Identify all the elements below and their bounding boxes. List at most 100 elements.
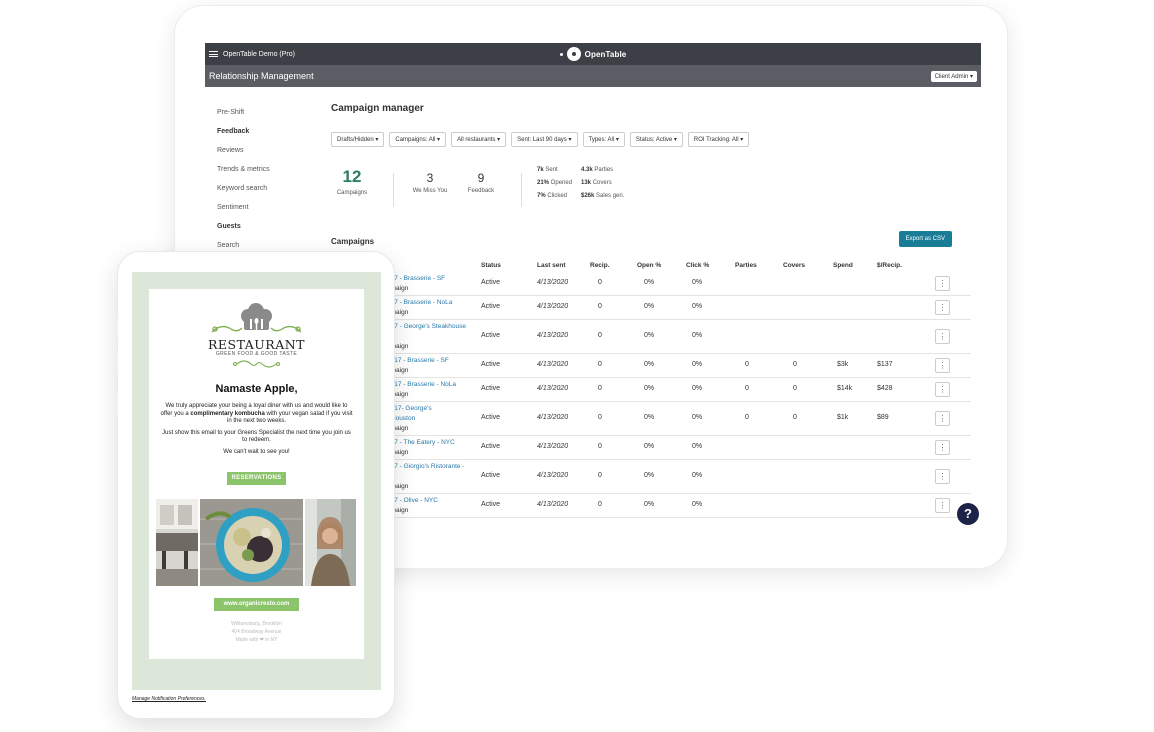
email-paragraph: We truly appreciate your being a loyal d… bbox=[159, 403, 354, 426]
cell-last-sent: 4/13/2020 bbox=[537, 443, 569, 450]
campaign-name-link[interactable]: 017 - Giorgio's Ristorante - mpaign bbox=[387, 462, 464, 492]
hamburger-menu-icon[interactable] bbox=[209, 50, 218, 59]
email-paragraph-2: Just show this email to your Greens Spec… bbox=[162, 429, 351, 444]
table-row[interactable]: 017 - Giorgio's Ristorante - mpaign Activ… bbox=[331, 460, 971, 494]
flourish-ornament-icon bbox=[149, 357, 364, 368]
cell-recip: 0 bbox=[598, 501, 602, 508]
cell-click: 0% bbox=[692, 501, 703, 508]
campaign-name-link[interactable]: 017 - Brasserie - SF mpaign bbox=[387, 274, 445, 294]
col-covers[interactable]: Covers bbox=[783, 262, 805, 269]
sidebar-item-sentiment[interactable]: Sentiment bbox=[217, 198, 327, 217]
cell-status: Active bbox=[481, 414, 501, 421]
campaign-name[interactable]: 017 - Olive - NYC bbox=[387, 496, 438, 506]
table-header: Status Last sent Recip. Open % Click % P… bbox=[331, 262, 971, 272]
col-recip[interactable]: Recip. bbox=[590, 262, 610, 269]
cell-last-sent: 4/13/2020 bbox=[537, 332, 569, 339]
table-row[interactable]: 017 - Brasserie - NoLa mpaign Active 4/13/2… bbox=[331, 296, 971, 320]
table-row[interactable]: 017 - Brasserie - SF mpaign Active 4/13/202… bbox=[331, 272, 971, 296]
phone-side-button bbox=[114, 392, 118, 416]
campaign-name[interactable]: 2017 - Brasserie - NoLa bbox=[387, 380, 456, 390]
cell-recip: 0 bbox=[598, 303, 602, 310]
campaign-name[interactable]: 2017 - Brasserie - SF bbox=[387, 356, 449, 366]
cell-recip: 0 bbox=[598, 361, 602, 368]
woman-portrait-photo bbox=[305, 499, 356, 586]
cell-status: Active bbox=[481, 303, 501, 310]
row-actions-menu-icon[interactable]: ⋮ bbox=[935, 329, 950, 344]
account-name[interactable]: OpenTable Demo (Pro) bbox=[223, 51, 295, 58]
table-row[interactable]: 017 - Olive - NYC mpaign Active 4/13/2020 0 0… bbox=[331, 494, 971, 518]
row-actions-menu-icon[interactable]: ⋮ bbox=[935, 358, 950, 373]
table-row[interactable]: 2017 - Brasserie - NoLa mpaign Active 4/13/… bbox=[331, 378, 971, 402]
cell-last-sent: 4/13/2020 bbox=[537, 279, 569, 286]
campaign-type: mpaign bbox=[387, 483, 409, 490]
row-actions-menu-icon[interactable]: ⋮ bbox=[935, 440, 950, 455]
campaign-name-link[interactable]: 017 - Olive - NYC mpaign bbox=[387, 496, 438, 516]
cell-recip: 0 bbox=[598, 472, 602, 479]
cell-open: 0% bbox=[644, 472, 655, 479]
campaigns-table: Status Last sent Recip. Open % Click % P… bbox=[331, 262, 971, 518]
col-status[interactable]: Status bbox=[481, 262, 501, 269]
cell-per-recip: $428 bbox=[877, 385, 893, 392]
row-actions-menu-icon[interactable]: ⋮ bbox=[935, 382, 950, 397]
table-row[interactable]: 017 - George's Steakhouse mpaign Active 4/… bbox=[331, 320, 971, 354]
cell-covers: 0 bbox=[793, 385, 797, 392]
campaign-name[interactable]: 017 - George's Steakhouse bbox=[387, 322, 466, 332]
row-actions-menu-icon[interactable]: ⋮ bbox=[935, 300, 950, 315]
cell-status: Active bbox=[481, 443, 501, 450]
campaign-name[interactable]: 017 - Brasserie - SF bbox=[387, 274, 445, 284]
col-parties[interactable]: Parties bbox=[735, 262, 757, 269]
cell-last-sent: 4/13/2020 bbox=[537, 361, 569, 368]
row-actions-menu-icon[interactable]: ⋮ bbox=[935, 411, 950, 426]
table-row[interactable]: 2017- George's - Houston mpaign Active 4/13… bbox=[331, 402, 971, 436]
campaign-type: mpaign bbox=[387, 391, 409, 398]
cell-per-recip: $137 bbox=[877, 361, 893, 368]
campaign-type: mpaign bbox=[387, 343, 409, 350]
campaign-name-link[interactable]: 2017 - Brasserie - SF mpaign bbox=[387, 356, 449, 376]
col-spend[interactable]: Spend bbox=[833, 262, 853, 269]
row-actions-menu-icon[interactable]: ⋮ bbox=[935, 469, 950, 484]
sidebar-item-pre-shift[interactable]: Pre-Shift bbox=[217, 103, 327, 122]
address-line-1: Williamsburg, Brooklyn bbox=[231, 621, 282, 627]
row-actions-menu-icon[interactable]: ⋮ bbox=[935, 498, 950, 513]
sidebar-header-feedback: Feedback bbox=[217, 128, 250, 135]
phone-side-button bbox=[114, 350, 118, 374]
cell-last-sent: 4/13/2020 bbox=[537, 501, 569, 508]
cell-spend: $1k bbox=[837, 414, 849, 421]
col-per-recip[interactable]: $/Recip. bbox=[877, 262, 902, 269]
campaign-name-link[interactable]: 017 - George's Steakhouse mpaign bbox=[387, 322, 466, 352]
reservations-button[interactable]: RESERVATIONS bbox=[227, 472, 286, 485]
cell-recip: 0 bbox=[598, 414, 602, 421]
campaign-name-link[interactable]: 017 - The Eatery - NYC mpaign bbox=[387, 438, 455, 458]
cell-status: Active bbox=[481, 472, 501, 479]
section-title: Relationship Management bbox=[209, 71, 314, 81]
cell-recip: 0 bbox=[598, 279, 602, 286]
campaign-name-link[interactable]: 017 - Brasserie - NoLa mpaign bbox=[387, 298, 452, 318]
table-row[interactable]: 017 - The Eatery - NYC mpaign Active 4/13/2… bbox=[331, 436, 971, 460]
col-click[interactable]: Click % bbox=[686, 262, 709, 269]
para1-bold: complimentary kombucha bbox=[190, 410, 265, 417]
campaign-name[interactable]: 017 - Brasserie - NoLa bbox=[387, 298, 452, 308]
cell-click: 0% bbox=[692, 472, 703, 479]
phone-device: RESTAURANT GREEN FOOD & GOOD TASTE Namas… bbox=[114, 252, 394, 718]
cell-recip: 0 bbox=[598, 443, 602, 450]
help-button[interactable]: ? bbox=[957, 503, 979, 525]
cell-parties: 0 bbox=[745, 414, 749, 421]
cell-open: 0% bbox=[644, 501, 655, 508]
table-row[interactable]: 2017 - Brasserie - SF mpaign Active 4/13/20… bbox=[331, 354, 971, 378]
cell-last-sent: 4/13/2020 bbox=[537, 414, 569, 421]
row-actions-menu-icon[interactable]: ⋮ bbox=[935, 276, 950, 291]
sidebar-item-reviews[interactable]: Reviews bbox=[217, 141, 327, 160]
col-last-sent[interactable]: Last sent bbox=[537, 262, 566, 269]
sidebar-item-trends[interactable]: Trends & metrics bbox=[217, 160, 327, 179]
campaign-name[interactable]: 017 - Giorgio's Ristorante - bbox=[387, 462, 464, 472]
cell-recip: 0 bbox=[598, 385, 602, 392]
email-card: RESTAURANT GREEN FOOD & GOOD TASTE Namas… bbox=[149, 289, 364, 659]
col-open[interactable]: Open % bbox=[637, 262, 661, 269]
campaign-name-link[interactable]: 2017 - Brasserie - NoLa mpaign bbox=[387, 380, 456, 400]
website-button[interactable]: www.organicresto.com bbox=[214, 598, 299, 611]
campaign-name[interactable]: 017 - The Eatery - NYC bbox=[387, 438, 455, 448]
sidebar-item-keyword-search[interactable]: Keyword search bbox=[217, 179, 327, 198]
manage-preferences-link[interactable]: Manage Notification Preferences. bbox=[132, 696, 381, 702]
